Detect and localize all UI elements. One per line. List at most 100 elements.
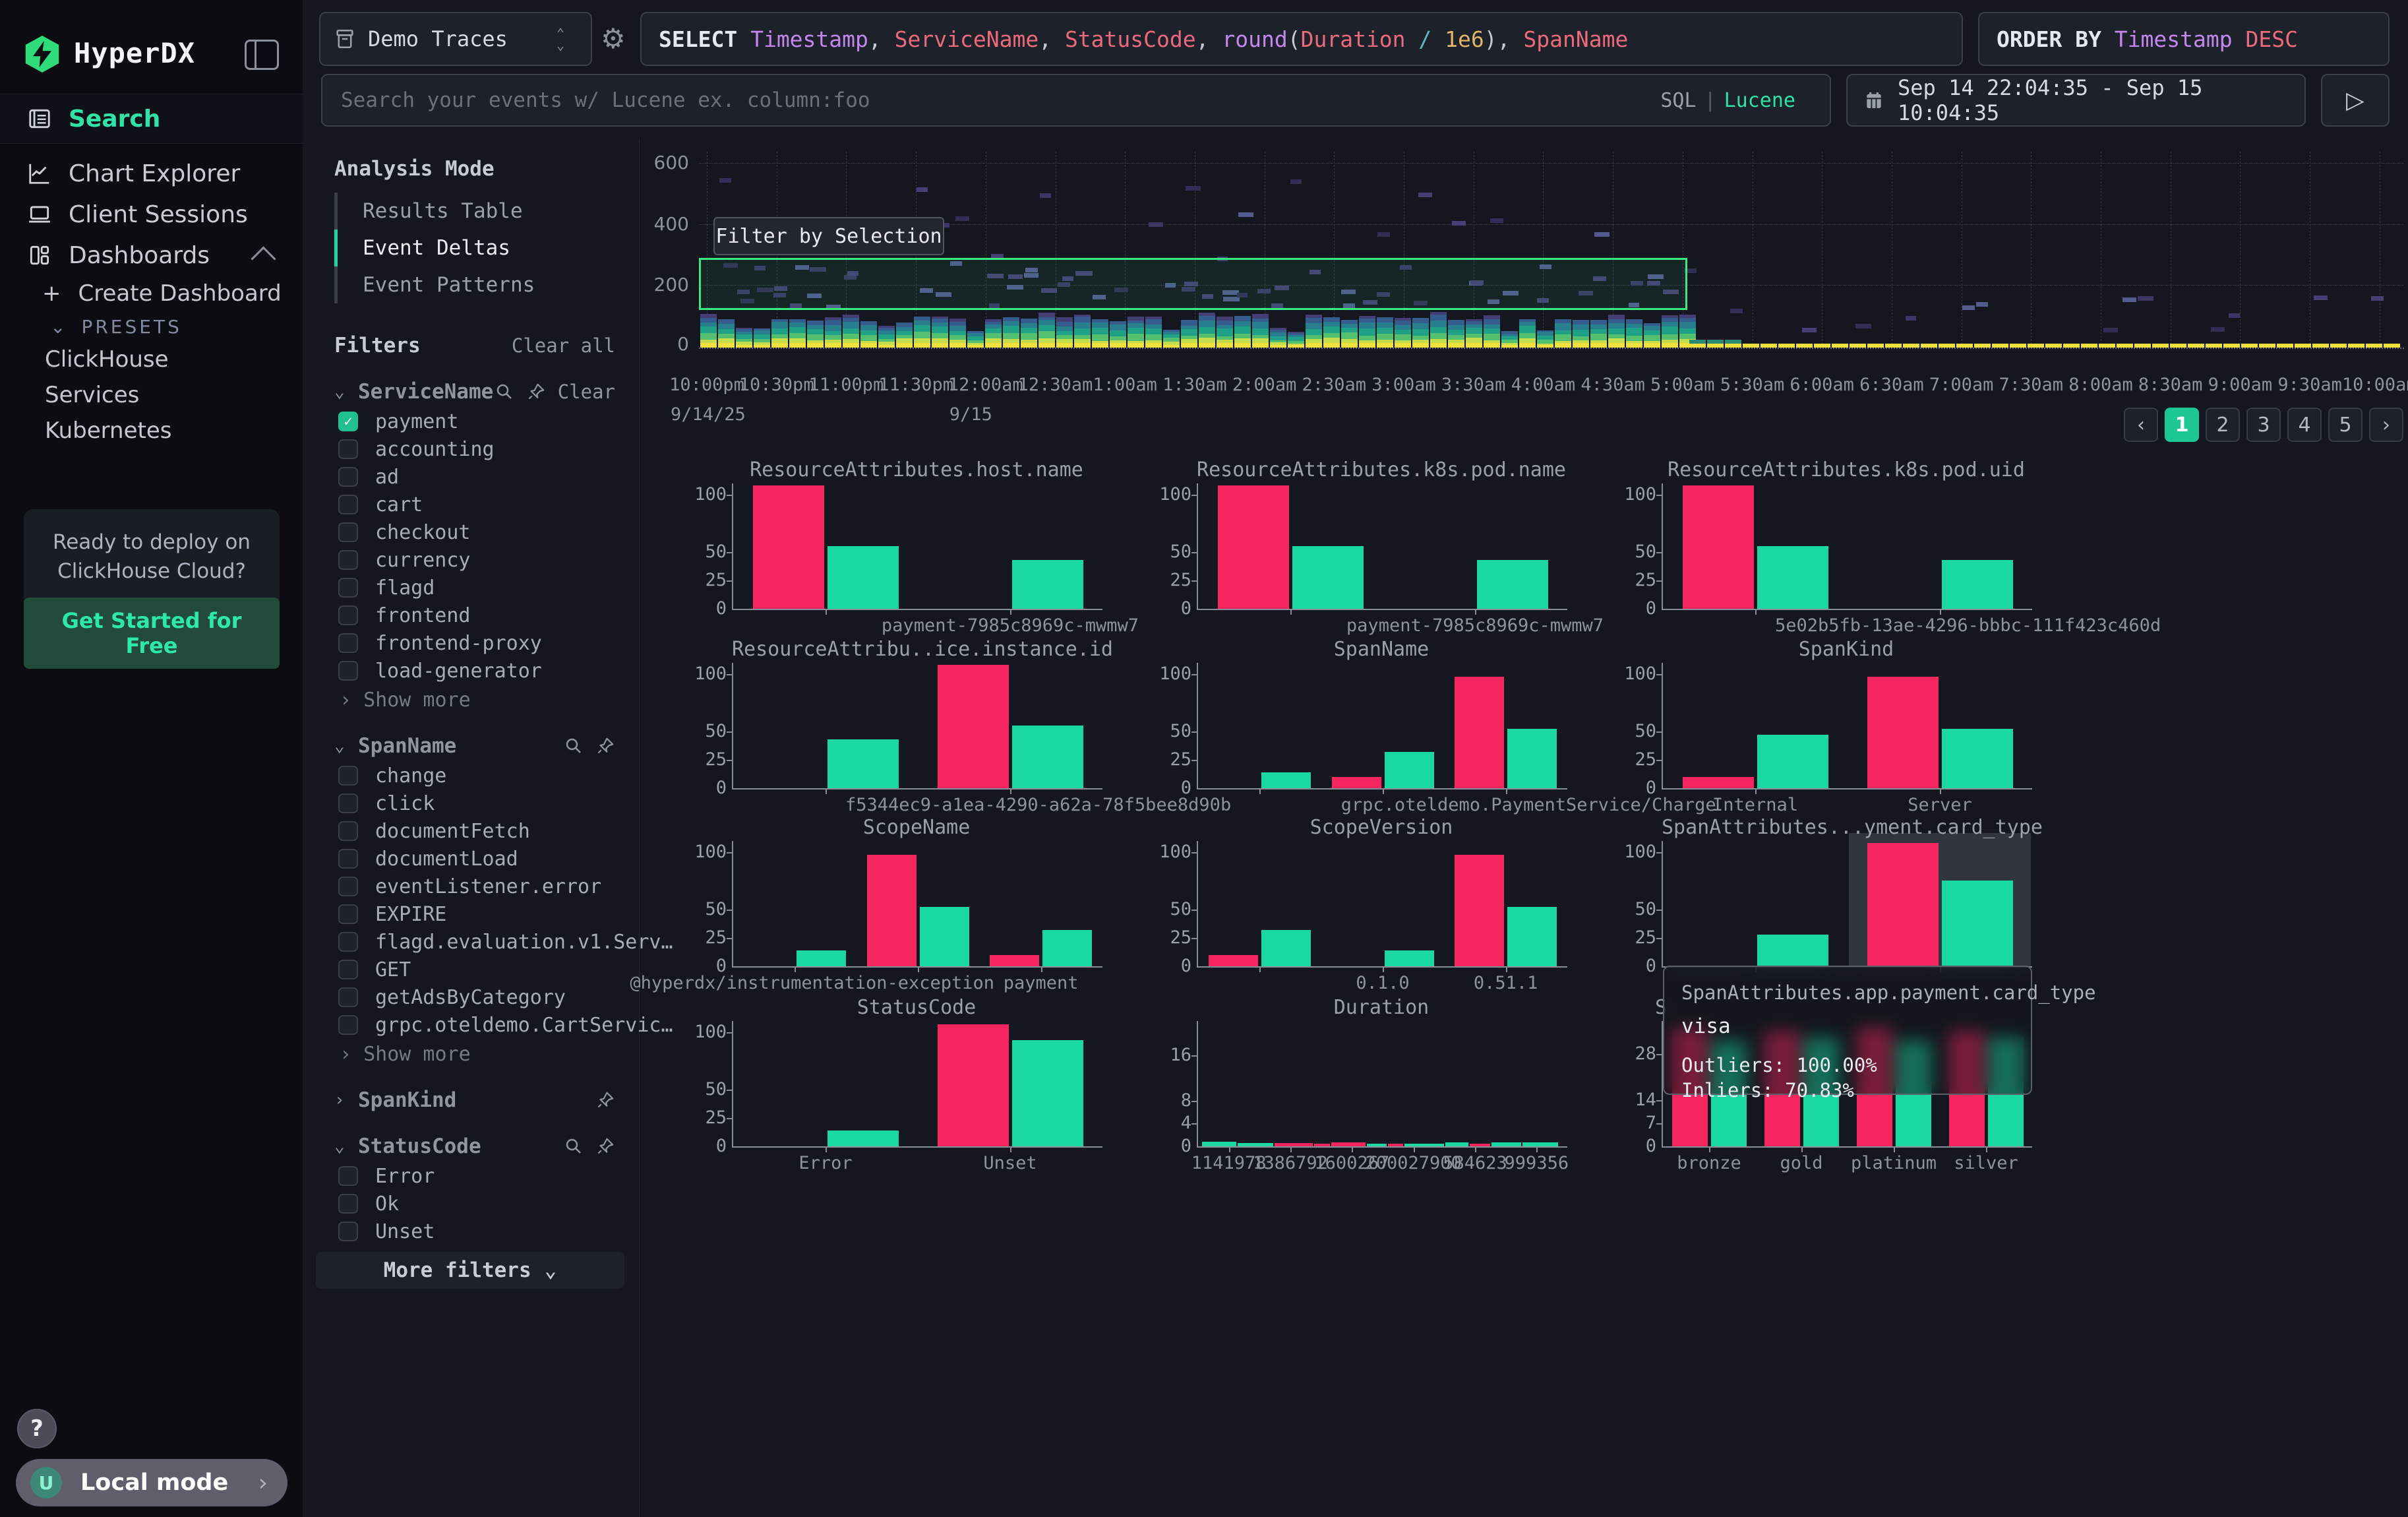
checkbox-unchecked[interactable]	[338, 495, 358, 514]
heatmap-cell	[843, 334, 859, 338]
filter-by-selection-button[interactable]: Filter by Selection	[713, 217, 944, 255]
sidebar-item-services[interactable]: Services	[0, 377, 303, 413]
filter-checkbox-row[interactable]: flagd	[338, 574, 639, 602]
filter-group-header-StatusCode[interactable]: ⌄StatusCode	[334, 1134, 615, 1158]
checkbox-unchecked[interactable]	[338, 633, 358, 653]
run-query-button[interactable]: ▷	[2321, 74, 2390, 127]
filter-checkbox-row[interactable]: currency	[338, 546, 639, 574]
heatmap-selection[interactable]	[699, 258, 1687, 310]
checkbox-unchecked[interactable]	[338, 467, 358, 487]
search-icon[interactable]	[564, 736, 584, 756]
heatmap-cell	[860, 325, 877, 330]
more-filters-button[interactable]: More filters ⌄	[316, 1252, 624, 1289]
filter-checkbox-row[interactable]: checkout	[338, 518, 639, 546]
checkbox-unchecked[interactable]	[338, 1166, 358, 1186]
mode-results-table[interactable]: Results Table	[334, 193, 639, 230]
filter-checkbox-row[interactable]: frontend-proxy	[338, 629, 639, 657]
filter-checkbox-row[interactable]: cart	[338, 491, 639, 518]
checkbox-unchecked[interactable]	[338, 904, 358, 924]
checkbox-unchecked[interactable]	[338, 1222, 358, 1241]
filter-checkbox-row[interactable]: Ok	[338, 1190, 639, 1218]
filter-checkbox-row[interactable]: documentFetch	[338, 817, 639, 845]
filter-checkbox-row[interactable]: ✓payment	[338, 408, 639, 435]
pin-icon[interactable]	[526, 382, 546, 402]
filter-checkbox-row[interactable]: Unset	[338, 1218, 639, 1245]
local-mode-button[interactable]: U Local mode ›	[16, 1459, 287, 1506]
heatmap-cell	[1163, 338, 1180, 342]
pagination-page-4[interactable]: 4	[2287, 408, 2322, 442]
search-icon[interactable]	[564, 1136, 584, 1156]
collapse-sidebar-icon[interactable]	[245, 40, 279, 70]
filter-checkbox-row[interactable]: EXPIRE	[338, 900, 639, 928]
filter-checkbox-row[interactable]: flagd.evaluation.v1.Serv…	[338, 928, 639, 956]
filter-checkbox-row[interactable]: click	[338, 789, 639, 817]
checkbox-unchecked[interactable]	[338, 793, 358, 813]
filter-checkbox-row[interactable]: change	[338, 762, 639, 789]
filter-checkbox-row[interactable]: documentLoad	[338, 845, 639, 873]
source-select[interactable]: Demo Traces ⌃⌄	[319, 12, 592, 66]
search-icon[interactable]	[495, 382, 514, 402]
inlier-bar	[1012, 560, 1083, 609]
date-range-picker[interactable]: Sep 14 22:04:35 - Sep 15 10:04:35	[1846, 74, 2306, 127]
get-started-button[interactable]: Get Started for Free	[24, 598, 280, 669]
clear-all-button[interactable]: Clear all	[512, 334, 615, 357]
filter-checkbox-row[interactable]: load-generator	[338, 657, 639, 685]
sidebar-item-search[interactable]: Search	[0, 94, 303, 144]
heatmap-cell	[1992, 344, 2008, 348]
filter-checkbox-row[interactable]: eventListener.error	[338, 873, 639, 900]
clear-filter-button[interactable]: Clear	[558, 381, 615, 403]
filter-checkbox-row[interactable]: accounting	[338, 435, 639, 463]
checkbox-unchecked[interactable]	[338, 877, 358, 896]
create-dashboard-button[interactable]: + Create Dashboard	[0, 276, 303, 311]
filter-group-header-ServiceName[interactable]: ⌄ServiceNameClear	[334, 380, 615, 404]
filter-checkbox-row[interactable]: frontend	[338, 602, 639, 629]
checkbox-unchecked[interactable]	[338, 661, 358, 681]
gear-icon[interactable]: ⚙	[601, 22, 626, 55]
checkbox-unchecked[interactable]	[338, 766, 358, 786]
show-more-link[interactable]: › Show more	[340, 1043, 639, 1066]
checkbox-checked[interactable]: ✓	[338, 412, 358, 431]
search-input[interactable]	[340, 88, 1595, 113]
help-button[interactable]: ?	[17, 1409, 57, 1448]
filter-group-header-SpanKind[interactable]: ›SpanKind	[334, 1088, 615, 1112]
checkbox-unchecked[interactable]	[338, 1194, 358, 1214]
pagination-page-2[interactable]: 2	[2206, 408, 2240, 442]
checkbox-unchecked[interactable]	[338, 550, 358, 570]
checkbox-unchecked[interactable]	[338, 987, 358, 1007]
filter-checkbox-row[interactable]: grpc.oteldemo.CartServic…	[338, 1011, 639, 1039]
sidebar-item-kubernetes[interactable]: Kubernetes	[0, 413, 303, 449]
sidebar-item-chart-explorer[interactable]: Chart Explorer	[0, 153, 303, 194]
pagination-page-5[interactable]: 5	[2328, 408, 2363, 442]
mode-event-deltas[interactable]: Event Deltas	[334, 230, 639, 266]
pagination-prev-button[interactable]: ‹	[2124, 408, 2158, 442]
checkbox-unchecked[interactable]	[338, 932, 358, 952]
presets-toggle[interactable]: ⌄ PRESETS	[0, 311, 303, 342]
checkbox-unchecked[interactable]	[338, 821, 358, 841]
language-toggle[interactable]: SQL|Lucene	[1660, 89, 1795, 112]
sidebar-item-dashboards[interactable]: Dashboards	[0, 235, 303, 276]
pagination-page-1[interactable]: 1	[2165, 408, 2199, 442]
filter-checkbox-row[interactable]: GET	[338, 956, 639, 983]
order-by-box[interactable]: ORDER BY Timestamp DESC	[1978, 12, 2390, 66]
checkbox-unchecked[interactable]	[338, 849, 358, 869]
checkbox-unchecked[interactable]	[338, 522, 358, 542]
pagination-page-3[interactable]: 3	[2246, 408, 2281, 442]
pagination-next-button[interactable]: ›	[2369, 408, 2403, 442]
checkbox-unchecked[interactable]	[338, 1015, 358, 1035]
filter-checkbox-row[interactable]: ad	[338, 463, 639, 491]
checkbox-unchecked[interactable]	[338, 605, 358, 625]
checkbox-unchecked[interactable]	[338, 439, 358, 459]
pin-icon[interactable]	[595, 1136, 615, 1156]
sql-select-box[interactable]: SELECT Timestamp, ServiceName, StatusCod…	[640, 12, 1963, 66]
sidebar-item-clickhouse[interactable]: ClickHouse	[0, 342, 303, 377]
sidebar-item-client-sessions[interactable]: Client Sessions	[0, 194, 303, 235]
mode-event-patterns[interactable]: Event Patterns	[334, 266, 639, 303]
checkbox-unchecked[interactable]	[338, 960, 358, 979]
filter-group-header-SpanName[interactable]: ⌄SpanName	[334, 734, 615, 758]
show-more-link[interactable]: › Show more	[340, 689, 639, 712]
filter-checkbox-row[interactable]: getAdsByCategory	[338, 983, 639, 1011]
pin-icon[interactable]	[595, 1090, 615, 1110]
checkbox-unchecked[interactable]	[338, 578, 358, 598]
filter-checkbox-row[interactable]: Error	[338, 1162, 639, 1190]
pin-icon[interactable]	[595, 736, 615, 756]
